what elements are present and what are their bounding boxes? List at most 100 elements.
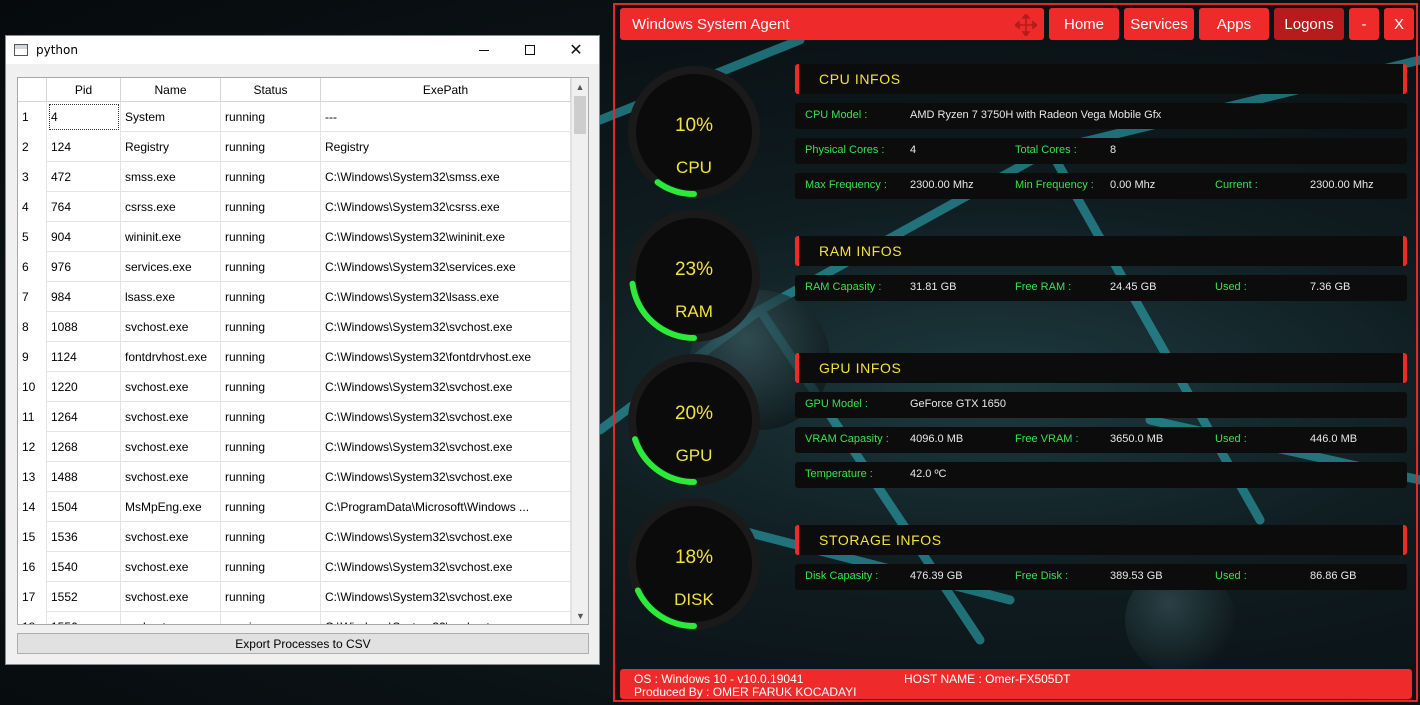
name-cell[interactable]: svchost.exe [121, 432, 221, 462]
row-index[interactable]: 17 [18, 582, 47, 612]
exepath-cell[interactable]: C:\Windows\System32\svchost.exe [321, 582, 571, 612]
table-row[interactable]: 2 124 Registry running Registry [18, 132, 571, 162]
status-cell[interactable]: running [221, 372, 321, 402]
nav-home-button[interactable]: Home [1049, 8, 1119, 40]
pid-cell[interactable]: 124 [47, 132, 121, 162]
name-cell[interactable]: wininit.exe [121, 222, 221, 252]
status-cell[interactable]: running [221, 132, 321, 162]
exepath-cell[interactable]: C:\Windows\System32\svchost.exe [321, 552, 571, 582]
pid-cell[interactable]: 1556 [47, 612, 121, 624]
name-cell[interactable]: services.exe [121, 252, 221, 282]
status-cell[interactable]: running [221, 312, 321, 342]
status-cell[interactable]: running [221, 162, 321, 192]
table-row[interactable]: 17 1552 svchost.exe running C:\Windows\Syste… [18, 582, 571, 612]
maximize-button[interactable] [507, 36, 553, 64]
name-cell[interactable]: smss.exe [121, 162, 221, 192]
row-index[interactable]: 1 [18, 102, 47, 132]
row-index[interactable]: 10 [18, 372, 47, 402]
name-cell[interactable]: lsass.exe [121, 282, 221, 312]
column-header-status[interactable]: Status [221, 78, 321, 102]
exepath-cell[interactable]: C:\Windows\System32\smss.exe [321, 162, 571, 192]
row-index[interactable]: 13 [18, 462, 47, 492]
row-index[interactable]: 12 [18, 432, 47, 462]
pid-cell[interactable]: 1264 [47, 402, 121, 432]
pid-cell[interactable]: 1220 [47, 372, 121, 402]
exepath-cell[interactable]: C:\Windows\System32\svchost.exe [321, 312, 571, 342]
table-row[interactable]: 7 984 lsass.exe running C:\Windows\System32\… [18, 282, 571, 312]
table-row[interactable]: 10 1220 svchost.exe running C:\Windows\Syste… [18, 372, 571, 402]
vertical-scrollbar[interactable]: ▲ ▼ [571, 78, 588, 624]
table-row[interactable]: 12 1268 svchost.exe running C:\Windows\Syste… [18, 432, 571, 462]
column-header-pid[interactable]: Pid [47, 78, 121, 102]
close-button[interactable]: ✕ [553, 36, 599, 64]
row-index[interactable]: 4 [18, 192, 47, 222]
table-row[interactable]: 16 1540 svchost.exe running C:\Windows\Syste… [18, 552, 571, 582]
pid-cell[interactable]: 4 [47, 102, 121, 132]
row-index[interactable]: 3 [18, 162, 47, 192]
exepath-cell[interactable]: C:\Windows\System32\svchost.exe [321, 612, 571, 624]
exepath-cell[interactable]: C:\Windows\System32\svchost.exe [321, 372, 571, 402]
status-cell[interactable]: running [221, 582, 321, 612]
row-index-header[interactable] [18, 78, 47, 102]
pid-cell[interactable]: 1268 [47, 432, 121, 462]
pid-cell[interactable]: 1088 [47, 312, 121, 342]
row-index[interactable]: 8 [18, 312, 47, 342]
agent-close-button[interactable]: X [1384, 8, 1414, 40]
row-index[interactable]: 14 [18, 492, 47, 522]
name-cell[interactable]: svchost.exe [121, 522, 221, 552]
column-header-exepath[interactable]: ExePath [321, 78, 571, 102]
scroll-up-icon[interactable]: ▲ [572, 78, 588, 95]
row-index[interactable]: 2 [18, 132, 47, 162]
name-cell[interactable]: svchost.exe [121, 462, 221, 492]
exepath-cell[interactable]: C:\ProgramData\Microsoft\Windows ... [321, 492, 571, 522]
table-row[interactable]: 181556svchost.exerunningC:\Windows\Syste… [18, 612, 571, 624]
status-cell[interactable]: running [221, 342, 321, 372]
status-cell[interactable]: running [221, 522, 321, 552]
exepath-cell[interactable]: C:\Windows\System32\fontdrvhost.exe [321, 342, 571, 372]
table-row[interactable]: 11 1264 svchost.exe running C:\Windows\Syste… [18, 402, 571, 432]
exepath-cell[interactable]: C:\Windows\System32\services.exe [321, 252, 571, 282]
status-cell[interactable]: running [221, 402, 321, 432]
table-row[interactable]: 5 904 wininit.exe running C:\Windows\System3… [18, 222, 571, 252]
exepath-cell[interactable]: C:\Windows\System32\svchost.exe [321, 402, 571, 432]
name-cell[interactable]: svchost.exe [121, 612, 221, 624]
name-cell[interactable]: MsMpEng.exe [121, 492, 221, 522]
status-cell[interactable]: running [221, 222, 321, 252]
pid-cell[interactable]: 1540 [47, 552, 121, 582]
name-cell[interactable]: fontdrvhost.exe [121, 342, 221, 372]
table-row[interactable]: 1 4 System running --- [18, 102, 571, 132]
status-cell[interactable]: running [221, 282, 321, 312]
exepath-cell[interactable]: C:\Windows\System32\svchost.exe [321, 522, 571, 552]
python-titlebar[interactable]: python ✕ [6, 36, 599, 64]
pid-cell[interactable]: 1536 [47, 522, 121, 552]
scroll-down-icon[interactable]: ▼ [572, 607, 588, 624]
status-cell[interactable]: running [221, 612, 321, 624]
exepath-cell[interactable]: --- [321, 102, 571, 132]
table-row[interactable]: 13 1488 svchost.exe running C:\Windows\Syste… [18, 462, 571, 492]
exepath-cell[interactable]: Registry [321, 132, 571, 162]
exepath-cell[interactable]: C:\Windows\System32\svchost.exe [321, 432, 571, 462]
status-cell[interactable]: running [221, 462, 321, 492]
name-cell[interactable]: svchost.exe [121, 552, 221, 582]
row-index[interactable]: 16 [18, 552, 47, 582]
name-cell[interactable]: svchost.exe [121, 372, 221, 402]
pid-cell[interactable]: 1504 [47, 492, 121, 522]
name-cell[interactable]: System [121, 102, 221, 132]
table-row[interactable]: 6 976 services.exe running C:\Windows\System… [18, 252, 571, 282]
export-csv-button[interactable]: Export Processes to CSV [17, 633, 589, 654]
scroll-thumb[interactable] [574, 96, 586, 134]
table-row[interactable]: 8 1088 svchost.exe running C:\Windows\System… [18, 312, 571, 342]
nav-services-button[interactable]: Services [1124, 8, 1194, 40]
name-cell[interactable]: svchost.exe [121, 582, 221, 612]
name-cell[interactable]: svchost.exe [121, 402, 221, 432]
row-index[interactable]: 9 [18, 342, 47, 372]
table-row[interactable]: 9 1124 fontdrvhost.exe running C:\Windows\Sy… [18, 342, 571, 372]
exepath-cell[interactable]: C:\Windows\System32\wininit.exe [321, 222, 571, 252]
nav-logons-button[interactable]: Logons [1274, 8, 1344, 40]
exepath-cell[interactable]: C:\Windows\System32\csrss.exe [321, 192, 571, 222]
pid-cell[interactable]: 472 [47, 162, 121, 192]
table-row[interactable]: 4 764 csrss.exe running C:\Windows\System32\… [18, 192, 571, 222]
status-cell[interactable]: running [221, 192, 321, 222]
status-cell[interactable]: running [221, 252, 321, 282]
exepath-cell[interactable]: C:\Windows\System32\svchost.exe [321, 462, 571, 492]
